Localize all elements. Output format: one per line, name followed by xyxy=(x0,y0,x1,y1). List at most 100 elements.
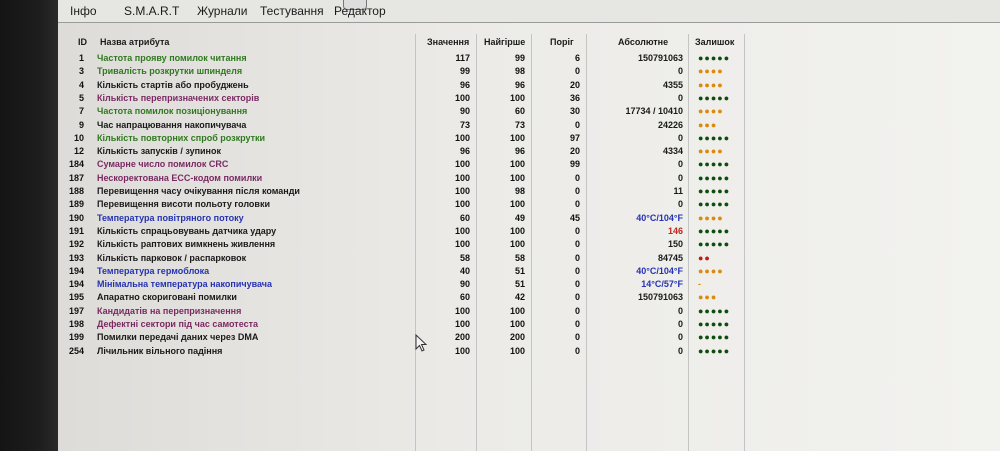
attribute-threshold: 0 xyxy=(574,279,580,290)
table-row[interactable]: 189 Перевищення висоти польоту головки 100… xyxy=(58,198,818,210)
attribute-id: 194 xyxy=(68,265,84,276)
attribute-value: 40 xyxy=(459,265,470,276)
attribute-id: 195 xyxy=(68,292,84,303)
table-row[interactable]: 192 Кількість раптових вимкнень живлення 1… xyxy=(58,238,818,250)
attribute-raw: 0 xyxy=(677,332,683,343)
header-name[interactable]: Назва атрибута xyxy=(100,37,169,47)
attribute-worst: 100 xyxy=(509,239,525,250)
attribute-remaining: ●●●●● xyxy=(698,132,731,143)
attribute-raw: 40°C/104°F xyxy=(636,265,683,276)
attribute-raw: 150 xyxy=(667,239,683,250)
attribute-remaining: ●●●●● xyxy=(698,92,731,103)
attribute-value: 60 xyxy=(459,212,470,223)
attribute-name: Мінімальна температура накопичувача xyxy=(97,279,273,290)
header-raw[interactable]: Абсолютне xyxy=(618,37,668,47)
attribute-id: 10 xyxy=(73,132,84,143)
attribute-remaining: ●●●●● xyxy=(698,239,731,250)
attribute-name: Кількість запусків / зупинок xyxy=(97,146,221,157)
attribute-threshold: 0 xyxy=(574,225,580,236)
attribute-worst: 100 xyxy=(509,305,525,316)
attribute-raw: 0 xyxy=(677,66,683,77)
attribute-remaining: ●● xyxy=(698,252,711,263)
attribute-remaining: ●●●●● xyxy=(698,345,731,356)
header-id[interactable]: ID xyxy=(78,37,87,47)
attribute-raw: 84745 xyxy=(657,252,683,263)
table-row[interactable]: 193 Кількість парковок / распарковок 58 58 0… xyxy=(58,252,818,264)
attribute-threshold: 30 xyxy=(569,106,580,117)
table-row[interactable]: 10 Кількість повторних спроб розкрутки 100… xyxy=(58,132,818,144)
attribute-id: 9 xyxy=(78,119,84,130)
header-threshold[interactable]: Поріг xyxy=(550,37,574,47)
attribute-raw: 0 xyxy=(677,305,683,316)
attribute-worst: 98 xyxy=(514,66,525,77)
attribute-threshold: 0 xyxy=(574,172,580,183)
attribute-name: Кількість перепризначених секторів xyxy=(97,92,260,103)
table-row[interactable]: 7 Частота помилок позиціонування 90 60 30 177… xyxy=(58,105,818,117)
attribute-value: 90 xyxy=(459,279,470,290)
attribute-value: 100 xyxy=(454,199,470,210)
table-row[interactable]: 190 Температура повітряного потоку 60 49 45 4… xyxy=(58,212,818,224)
table-row[interactable]: 254 Лічильник вільного падіння 100 100 0 0 ●●●… xyxy=(58,345,818,357)
attribute-worst: 51 xyxy=(514,265,525,276)
attribute-value: 100 xyxy=(454,345,470,356)
attribute-raw: 0 xyxy=(677,172,683,183)
table-row[interactable]: 195 Апаратно скориговані помилки 60 42 0 1507… xyxy=(58,291,818,303)
attribute-id: 197 xyxy=(68,305,84,316)
table-row[interactable]: 187 Нескоректована ECC-кодом помилки 100 10… xyxy=(58,172,818,184)
attribute-name: Кількість повторних спроб розкрутки xyxy=(97,132,266,143)
table-row[interactable]: 4 Кількість стартів або пробуджень 96 96 20 4… xyxy=(58,79,818,91)
attribute-worst: 49 xyxy=(514,212,525,223)
attribute-remaining: ●●●● xyxy=(698,146,724,157)
table-row[interactable]: 12 Кількість запусків / зупинок 96 96 20 4334… xyxy=(58,145,818,157)
attribute-name: Частота прояву помилок читання xyxy=(97,53,247,63)
attribute-value: 100 xyxy=(454,92,470,103)
attribute-remaining: - xyxy=(698,279,702,290)
attribute-value: 100 xyxy=(454,225,470,236)
smart-window: Інфо S.M.A.R.T Журнали Тестування Редакт… xyxy=(58,0,1000,451)
attribute-id: 191 xyxy=(68,225,84,236)
attribute-threshold: 0 xyxy=(574,265,580,276)
attribute-worst: 60 xyxy=(514,106,525,117)
header-worst[interactable]: Найгірше xyxy=(484,37,525,47)
attribute-name: Апаратно скориговані помилки xyxy=(97,292,237,303)
attribute-remaining: ●●● xyxy=(698,292,718,303)
tab-testing[interactable]: Тестування xyxy=(254,4,330,19)
table-row[interactable]: 188 Перевищення часу очікування після ком… xyxy=(58,185,818,197)
attribute-raw: 24226 xyxy=(657,119,683,130)
attribute-remaining: ●●●●● xyxy=(698,199,731,210)
table-row[interactable]: 5 Кількість перепризначених секторів 100 10… xyxy=(58,92,818,104)
table-row[interactable]: 1 Частота прояву помилок читання 117 99 6 150… xyxy=(58,52,818,64)
table-row[interactable]: 191 Кількість спрацьовувань датчика удару… xyxy=(58,225,818,237)
attribute-value: 100 xyxy=(454,239,470,250)
table-row[interactable]: 198 Дефектні сектори під час самотеста 100… xyxy=(58,318,818,330)
attribute-worst: 99 xyxy=(514,53,525,63)
table-row[interactable]: 194 Мінімальна температура накопичувача 90… xyxy=(58,278,818,290)
attribute-threshold: 0 xyxy=(574,292,580,303)
attribute-remaining: ●●●●● xyxy=(698,53,731,63)
attribute-worst: 100 xyxy=(509,159,525,170)
attribute-name: Кількість парковок / распарковок xyxy=(97,252,247,263)
attribute-raw: 0 xyxy=(677,92,683,103)
attribute-value: 117 xyxy=(455,53,470,63)
header-remaining[interactable]: Залишок xyxy=(695,37,734,47)
table-row[interactable]: 197 Кандидатів на перепризначення 100 100 0 0… xyxy=(58,305,818,317)
table-row[interactable]: 199 Помилки передачі даних через DMA 200 20… xyxy=(58,331,818,343)
attribute-name: Час напрацювання накопичувача xyxy=(97,119,247,130)
attribute-id: 12 xyxy=(73,146,84,157)
table-row[interactable]: 184 Сумарне число помилок CRC 100 100 99 0 ●●●… xyxy=(58,158,818,170)
tab-smart[interactable]: S.M.A.R.T xyxy=(118,4,185,19)
table-row[interactable]: 9 Час напрацювання накопичувача 73 73 0 24226… xyxy=(58,119,818,131)
attribute-raw: 4334 xyxy=(662,146,683,157)
attribute-name: Температура повітряного потоку xyxy=(97,212,244,223)
tab-info[interactable]: Інфо xyxy=(64,4,103,19)
attribute-id: 254 xyxy=(68,345,84,356)
attribute-worst: 200 xyxy=(509,332,525,343)
attribute-worst: 51 xyxy=(514,279,525,290)
table-row[interactable]: 3 Тривалість розкрутки шпинделя 99 98 0 0 ●●●● xyxy=(58,65,818,77)
table-row[interactable]: 194 Температура гермоблока 40 51 0 40°C/104°F… xyxy=(58,265,818,277)
attribute-threshold: 0 xyxy=(574,186,580,196)
header-value[interactable]: Значення xyxy=(427,37,469,47)
tab-editor[interactable]: Редактор xyxy=(328,4,392,19)
attribute-threshold: 36 xyxy=(569,92,580,103)
tab-logs[interactable]: Журнали xyxy=(191,4,254,19)
